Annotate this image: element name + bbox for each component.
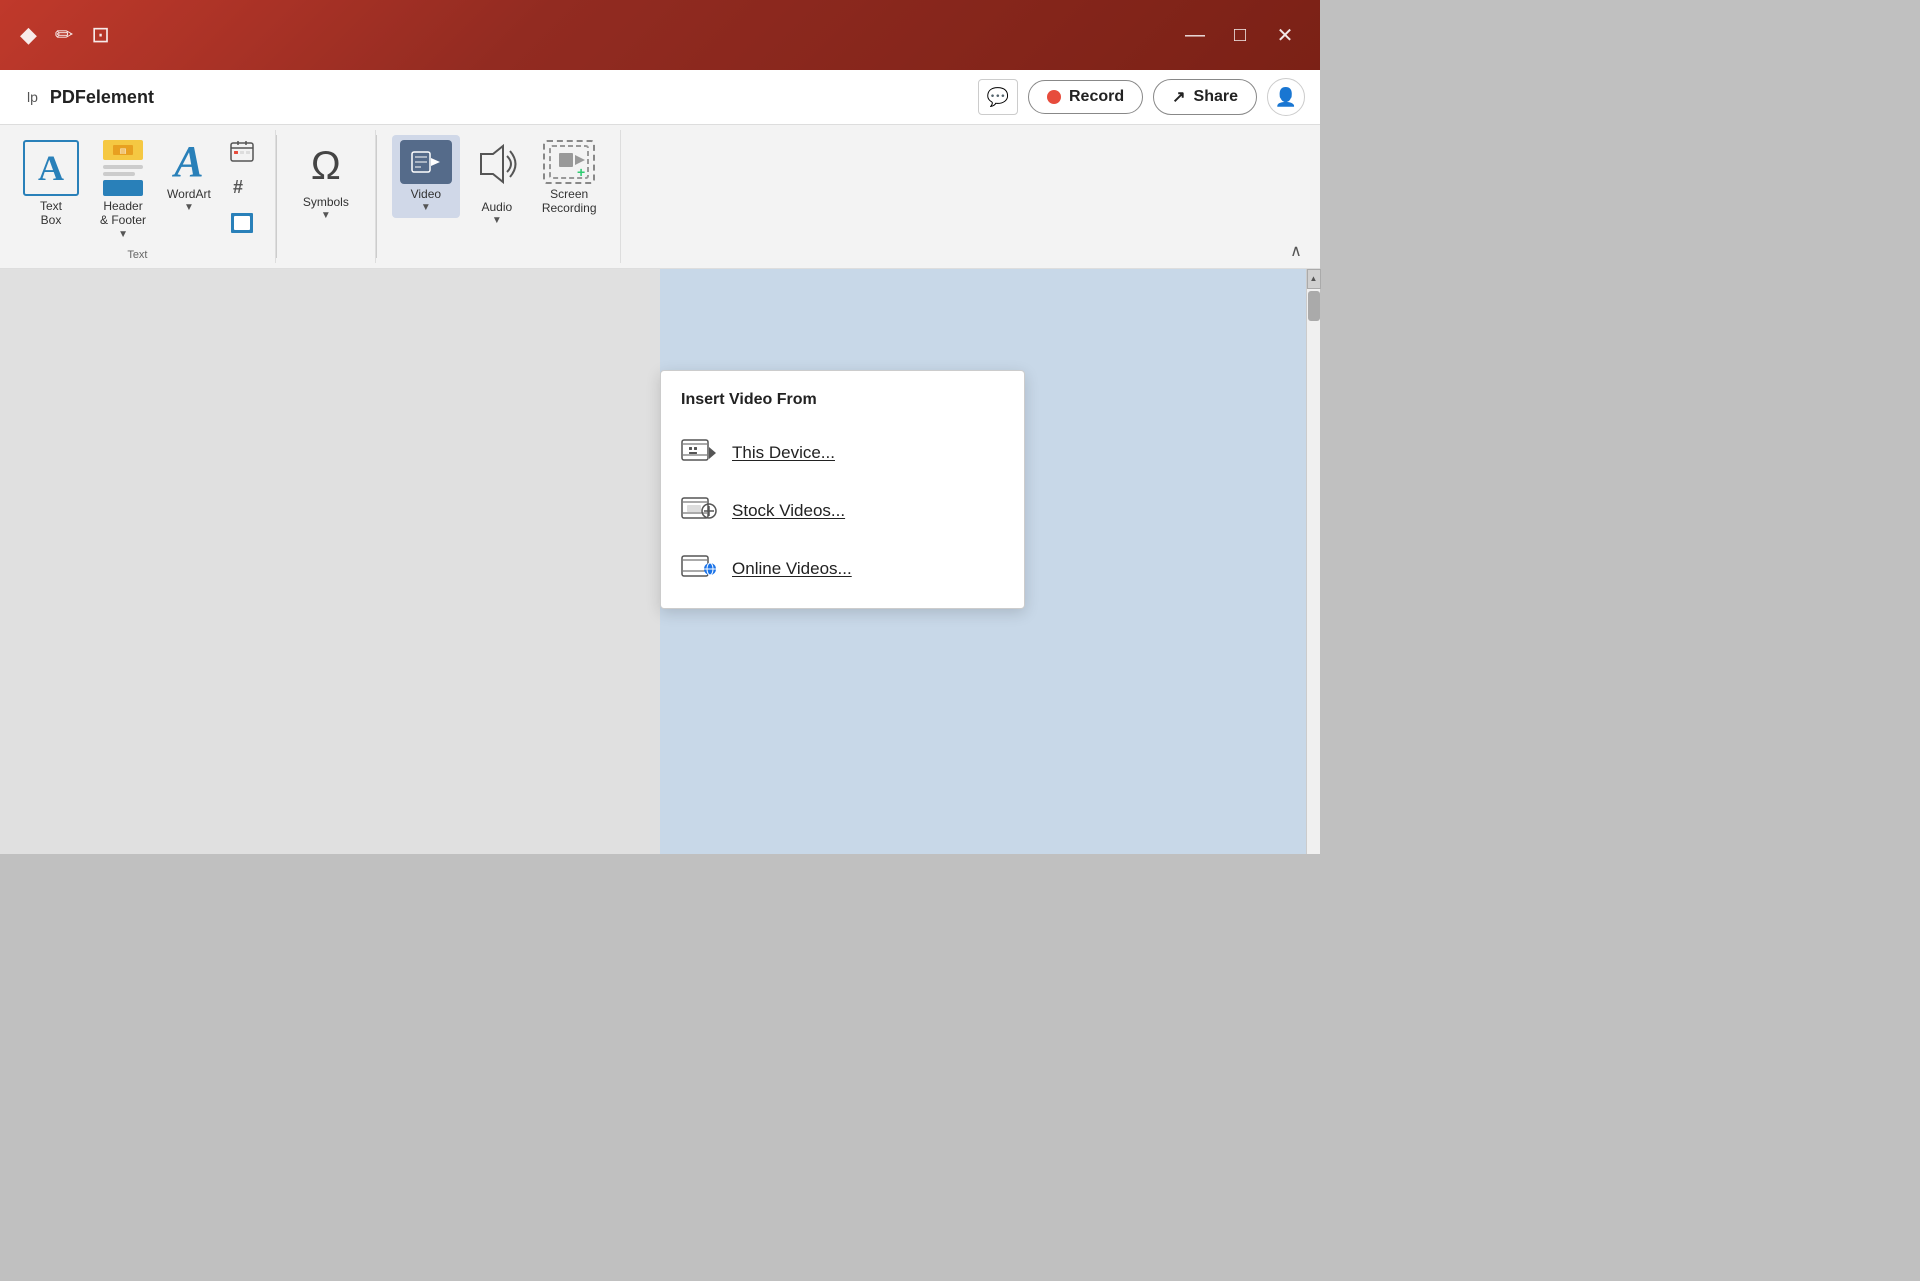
hashtag-icon: # xyxy=(230,176,254,198)
this-device-icon-svg xyxy=(681,439,717,467)
share-label: Share xyxy=(1194,88,1238,106)
svg-text:#: # xyxy=(233,177,243,197)
this-device-icon xyxy=(681,438,717,468)
this-device-label: This Device... xyxy=(732,443,835,463)
text-box-label: TextBox xyxy=(40,199,62,228)
ribbon-group-media-items: Video ▼ Audio ▼ xyxy=(392,135,605,257)
ribbon-header-right: 💬 Record ↗ Share 👤 xyxy=(978,78,1305,116)
video-label: Video xyxy=(411,187,441,201)
profile-icon: 👤 xyxy=(1275,87,1297,108)
screen-recording-icon: + xyxy=(543,140,595,184)
stock-videos-label: Stock Videos... xyxy=(732,501,845,521)
profile-button[interactable]: 👤 xyxy=(1267,78,1305,116)
audio-button[interactable]: Audio ▼ xyxy=(465,135,529,231)
online-videos-icon-svg xyxy=(681,555,717,583)
close-button[interactable]: ✕ xyxy=(1270,20,1300,50)
online-videos-item[interactable]: Online Videos... xyxy=(661,540,1024,598)
stock-videos-icon xyxy=(681,496,717,526)
audio-label: Audio xyxy=(481,200,512,214)
header-icon-svg: ▤ xyxy=(111,143,135,157)
symbols-button[interactable]: Ω Symbols ▼ xyxy=(292,135,360,226)
header-footer-label: Header& Footer xyxy=(100,199,146,228)
screen-recording-button[interactable]: + ScreenRecording xyxy=(534,135,605,221)
calendar-button[interactable] xyxy=(224,135,260,167)
calendar-icon xyxy=(230,140,254,162)
text-group-label: Text xyxy=(15,245,260,263)
title-bar: ◆ ✏ ⊡ — □ ✕ xyxy=(0,0,1320,70)
header-footer-arrow: ▼ xyxy=(118,229,128,240)
media-group-label xyxy=(392,257,605,263)
expand-icon[interactable]: ⊡ xyxy=(91,22,109,48)
ribbon-header: lp PDFelement 💬 Record ↗ Share 👤 xyxy=(0,70,1320,125)
wordart-button[interactable]: A WordArt ▼ xyxy=(159,135,219,218)
ribbon-group-text-items: A TextBox ▤ xyxy=(15,135,260,245)
record-button[interactable]: Record xyxy=(1028,80,1143,114)
small-icons-group: # xyxy=(224,135,260,239)
header-footer-button[interactable]: ▤ Header& Footer ▼ xyxy=(92,135,154,245)
audio-icon xyxy=(473,140,521,197)
symbols-arrow: ▼ xyxy=(321,210,331,221)
hf-bottom xyxy=(103,180,143,196)
diamond-icon[interactable]: ◆ xyxy=(20,22,37,48)
comment-button[interactable]: 💬 xyxy=(978,79,1018,115)
hf-lines xyxy=(103,165,143,176)
symbols-label: Symbols xyxy=(303,195,349,209)
hashtag-button[interactable]: # xyxy=(224,171,260,203)
stock-videos-icon-svg xyxy=(681,497,717,525)
comment-icon: 💬 xyxy=(987,87,1009,108)
insert-video-dropdown: Insert Video From This Device... xyxy=(660,370,1025,609)
app-title: PDFelement xyxy=(50,87,154,108)
header-footer-icon: ▤ xyxy=(100,140,146,196)
scroll-up-button[interactable]: ▲ xyxy=(1307,269,1321,289)
wordart-arrow: ▼ xyxy=(184,202,194,213)
screen-rec-svg: + xyxy=(549,145,589,179)
audio-icon-svg xyxy=(473,140,521,188)
collapse-ribbon-button[interactable]: ∧ xyxy=(1282,239,1310,263)
wordart-icon: A xyxy=(174,140,203,184)
slide-left-area xyxy=(0,269,660,854)
stock-videos-item[interactable]: Stock Videos... xyxy=(661,482,1024,540)
online-videos-icon xyxy=(681,554,717,584)
video-button[interactable]: Video ▼ xyxy=(392,135,460,218)
share-button[interactable]: ↗ Share xyxy=(1153,79,1257,115)
screen-recording-label: ScreenRecording xyxy=(542,187,597,216)
ribbon-group-symbols: Ω Symbols ▼ xyxy=(277,130,376,263)
collapse-icon: ∧ xyxy=(1290,241,1302,261)
window-controls: — □ ✕ xyxy=(1180,20,1300,50)
dropdown-title: Insert Video From xyxy=(661,381,1024,424)
hf-line2 xyxy=(103,172,135,176)
symbols-group-label xyxy=(292,257,360,263)
ribbon-group-text: A TextBox ▤ xyxy=(0,130,276,263)
frame-icon xyxy=(230,212,254,234)
minimize-button[interactable]: — xyxy=(1180,20,1210,50)
video-icon-svg xyxy=(411,147,441,177)
symbols-icon: Ω xyxy=(300,140,352,192)
audio-arrow: ▼ xyxy=(492,215,502,226)
video-arrow: ▼ xyxy=(421,202,431,213)
record-dot-icon xyxy=(1047,90,1061,104)
text-box-button[interactable]: A TextBox xyxy=(15,135,87,233)
online-videos-label: Online Videos... xyxy=(732,559,852,579)
header-top: ▤ xyxy=(103,140,143,160)
frame-button[interactable] xyxy=(224,207,260,239)
scrollbar-thumb[interactable] xyxy=(1308,291,1320,321)
ribbon-toolbar: A TextBox ▤ xyxy=(0,125,1320,269)
text-box-icon: A xyxy=(23,140,79,196)
scrollbar-track: ▲ xyxy=(1306,269,1320,854)
record-label: Record xyxy=(1069,88,1124,106)
pen-icon[interactable]: ✏ xyxy=(55,22,73,48)
ribbon-group-media: Video ▼ Audio ▼ xyxy=(377,130,621,263)
title-bar-icons: ◆ ✏ ⊡ xyxy=(20,22,110,48)
this-device-item[interactable]: This Device... xyxy=(661,424,1024,482)
svg-text:+: + xyxy=(577,164,585,179)
maximize-button[interactable]: □ xyxy=(1225,20,1255,50)
video-icon xyxy=(400,140,452,184)
help-menu-item[interactable]: lp xyxy=(15,84,50,110)
ribbon-group-symbols-items: Ω Symbols ▼ xyxy=(292,135,360,257)
hf-line1 xyxy=(103,165,143,169)
title-bar-left: ◆ ✏ ⊡ xyxy=(20,22,110,48)
share-icon: ↗ xyxy=(1172,87,1185,107)
svg-text:▤: ▤ xyxy=(120,148,127,155)
wordart-label: WordArt xyxy=(167,187,211,201)
